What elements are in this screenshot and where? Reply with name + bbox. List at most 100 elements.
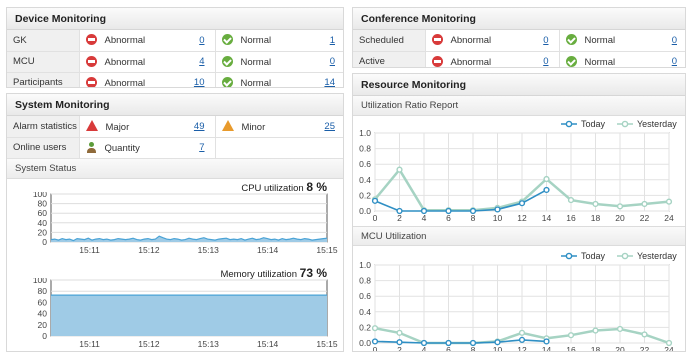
- abnormal-icon: [85, 76, 97, 87]
- normal-label: Normal: [584, 35, 616, 47]
- participants-normal-count-link[interactable]: 14: [324, 77, 335, 87]
- system-monitoring-panel: System Monitoring Alarm statistics Major…: [6, 93, 344, 352]
- cpu-x-tick: 15:11: [79, 245, 100, 254]
- gk-abnormal-count-link[interactable]: 0: [199, 35, 204, 46]
- major-alarm-icon: [85, 119, 98, 131]
- memory-x-tick: 15:14: [257, 339, 279, 349]
- mcu-yesterday-point: [371, 325, 379, 332]
- mcu-yesterday-point: [592, 327, 599, 334]
- active-normal-count-link[interactable]: 0: [672, 56, 677, 67]
- utilization-yesterday-point: [665, 198, 673, 205]
- cpu-y-tick: 0: [42, 237, 47, 247]
- cpu-plot-frame: [50, 193, 328, 243]
- utilization-yesterday-point: [396, 166, 403, 173]
- mcu-legend-yesterday: Yesterday: [637, 251, 677, 261]
- quantity-count-link[interactable]: 7: [199, 142, 204, 153]
- utilization-legend-yesterday: Yesterday: [637, 119, 677, 129]
- abnormal-label: Abnormal: [450, 35, 492, 47]
- abnormal-icon: [431, 34, 443, 46]
- utilization-y-tick: 0.4: [359, 175, 371, 185]
- major-label: Major: [105, 121, 130, 133]
- mcu-legend-swatch-marker: [621, 252, 629, 260]
- minor-count-link[interactable]: 25: [324, 121, 335, 132]
- conference-monitoring-title: Conference Monitoring: [353, 8, 685, 30]
- utilization-today-point: [543, 186, 550, 194]
- utilization-legend-swatch-marker: [565, 120, 573, 128]
- cpu-utilization-chart: 10080604020015:11 15:12 15:13 15:14 15:15: [33, 192, 338, 254]
- utilization-yesterday-point: [592, 200, 599, 208]
- device-monitoring-table: GK Abnormal 0 Normal 1 MCU Abnormal 4 No…: [7, 30, 343, 88]
- mcu-today-point: [543, 338, 550, 345]
- utilization-yesterday-point: [616, 203, 624, 210]
- mcu-utilization-chart: 1.00.80.60.40.20.00 2 4 6 8 10 12 14 16 18 20 22 24T…: [359, 251, 677, 351]
- row-label: Online users: [7, 137, 80, 159]
- utilization-today-point: [396, 207, 403, 215]
- system-monitoring-title: System Monitoring: [7, 94, 343, 116]
- mcu-legend-swatch-marker: [565, 252, 573, 260]
- mcu-yesterday-point: [567, 332, 575, 339]
- utilization-legend-today: Today: [581, 119, 606, 129]
- memory-y-tick: 100: [33, 278, 47, 285]
- device-monitoring-title: Device Monitoring: [7, 8, 343, 30]
- normal-icon: [221, 34, 233, 46]
- mcu-abnormal-count-link[interactable]: 4: [199, 56, 204, 67]
- normal-label: Normal: [240, 77, 272, 88]
- cpu-x-tick: 15:13: [198, 245, 220, 254]
- mcu-normal-count-link[interactable]: 0: [330, 56, 335, 67]
- utilization-today-point: [518, 200, 526, 207]
- mcu-today-point: [420, 339, 428, 347]
- conference-row-active: Active Abnormal 0 Normal 0: [353, 51, 685, 68]
- utilization-yesterday-point: [567, 196, 575, 204]
- mcu-x-tick: 10: [493, 345, 503, 351]
- conference-row-scheduled: Scheduled Abnormal 0 Normal 0: [353, 30, 685, 52]
- utilization-x-tick: 22: [640, 213, 650, 223]
- cpu-y-tick: 80: [38, 199, 48, 209]
- memory-y-tick: 40: [38, 309, 48, 319]
- gk-normal-count-link[interactable]: 1: [330, 35, 335, 46]
- participants-abnormal-count-link[interactable]: 10: [194, 77, 205, 87]
- utilization-x-tick: 10: [493, 213, 503, 223]
- utilization-today-point: [371, 197, 379, 204]
- mcu-y-tick: 1.0: [359, 260, 371, 270]
- scheduled-abnormal-count-link[interactable]: 0: [543, 35, 548, 46]
- cpu-y-tick: 20: [38, 227, 48, 237]
- major-count-link[interactable]: 49: [194, 121, 205, 132]
- mcu-x-tick: 12: [517, 345, 527, 351]
- mcu-yesterday-point: [518, 329, 526, 336]
- normal-label: Normal: [240, 35, 272, 47]
- memory-y-tick: 80: [38, 286, 48, 296]
- user-icon: [86, 141, 97, 153]
- utilization-ratio-title: Utilization Ratio Report: [353, 96, 685, 116]
- row-label: Scheduled: [353, 30, 426, 52]
- mcu-today-point: [494, 339, 501, 346]
- utilization-x-tick: 6: [446, 213, 451, 223]
- normal-label: Normal: [584, 56, 616, 68]
- utilization-x-tick: 14: [542, 213, 552, 223]
- utilization-x-tick: 0: [373, 213, 378, 223]
- mcu-x-tick: 2: [397, 345, 402, 351]
- cpu-x-tick: 15:15: [316, 245, 338, 254]
- abnormal-label: Abnormal: [104, 56, 146, 68]
- memory-y-tick: 0: [42, 331, 47, 341]
- utilization-ratio-chart: 1.00.80.60.40.20.00 2 4 6 8 10 12 14 16 18 20 22 24T…: [359, 119, 677, 223]
- row-label: Alarm statistics: [7, 116, 80, 138]
- scheduled-normal-count-link[interactable]: 0: [672, 35, 677, 46]
- utilization-x-tick: 18: [591, 213, 601, 223]
- mcu-x-tick: 20: [615, 345, 625, 351]
- mcu-x-tick: 22: [640, 345, 650, 351]
- mcu-x-tick: 14: [542, 345, 552, 351]
- memory-x-tick: 15:15: [316, 339, 338, 349]
- abnormal-icon: [85, 55, 97, 67]
- active-abnormal-count-link[interactable]: 0: [543, 56, 548, 67]
- mcu-today-point: [396, 339, 403, 346]
- cpu-x-tick: 15:14: [257, 245, 279, 254]
- memory-area: [51, 295, 327, 336]
- mcu-today-point: [518, 336, 526, 343]
- mcu-today-point: [445, 339, 452, 347]
- alarm-statistics-row: Alarm statistics Major 49 Minor 25: [7, 116, 343, 138]
- minor-label: Minor: [241, 121, 266, 133]
- mcu-utilization-title: MCU Utilization: [353, 226, 685, 246]
- utilization-today-point: [494, 206, 501, 213]
- utilization-today-point: [420, 207, 428, 215]
- normal-icon: [565, 34, 577, 46]
